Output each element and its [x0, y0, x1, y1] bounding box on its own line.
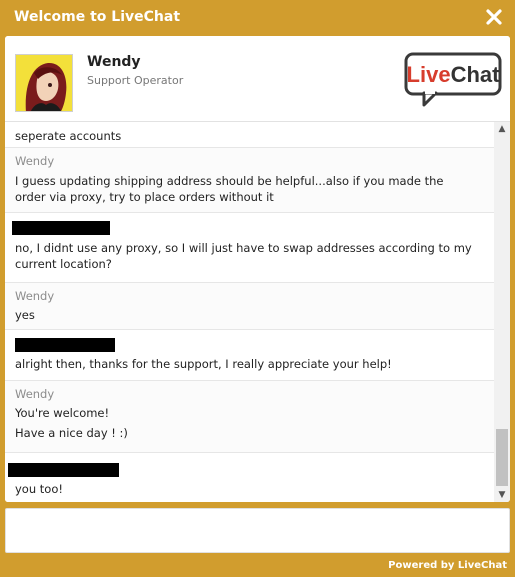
message-text: Have a nice day ! :): [15, 426, 128, 440]
agent-role: Support Operator: [87, 74, 184, 87]
message-list[interactable]: seperate accounts Wendy I guess updating…: [5, 122, 494, 502]
logo-live-text: Live: [407, 62, 451, 87]
scroll-up-icon[interactable]: ▲: [494, 122, 510, 136]
message-input[interactable]: [6, 509, 509, 552]
message-item: no, I didnt use any proxy, so I will jus…: [5, 213, 494, 283]
message-text: alright then, thanks for the support, I …: [15, 357, 392, 371]
message-text: I guess updating shipping address should…: [15, 174, 444, 188]
message-input-box[interactable]: [5, 508, 510, 553]
logo-chat-text: Chat: [451, 62, 501, 87]
window-title: Welcome to LiveChat: [14, 9, 181, 25]
agent-name: Wendy: [87, 54, 141, 70]
agent-avatar: [15, 54, 73, 112]
scroll-thumb[interactable]: [496, 429, 508, 486]
message-item: Wendy yes: [5, 283, 494, 330]
message-text: yes: [15, 308, 35, 322]
svg-text:LiveChat: LiveChat: [407, 62, 501, 87]
powered-by-link[interactable]: Powered by LiveChat: [388, 560, 507, 571]
title-bar: Welcome to LiveChat: [0, 0, 515, 36]
message-item: Wendy You're welcome! Have a nice day ! …: [5, 381, 494, 453]
message-item: seperate accounts: [5, 122, 494, 148]
redacted-author: [12, 221, 110, 235]
message-text: no, I didnt use any proxy, so I will jus…: [15, 241, 472, 255]
message-author: Wendy: [15, 289, 55, 303]
message-text: seperate accounts: [15, 129, 122, 143]
message-item: alright then, thanks for the support, I …: [5, 330, 494, 381]
redacted-author: [15, 338, 115, 352]
message-text: order via proxy, try to place orders wit…: [15, 190, 274, 204]
message-scrollbar[interactable]: ▲ ▼: [494, 122, 510, 502]
message-item: Wendy I guess updating shipping address …: [5, 148, 494, 213]
message-text: you too!: [15, 482, 63, 496]
agent-header: Wendy Support Operator LiveChat: [5, 36, 510, 122]
livechat-logo: LiveChat: [404, 52, 502, 108]
message-author: Wendy: [15, 154, 55, 168]
message-text: current location?: [15, 257, 112, 271]
close-icon[interactable]: [481, 4, 507, 30]
message-item: you too!: [5, 453, 494, 502]
message-author: Wendy: [15, 387, 55, 401]
redacted-author: [8, 463, 119, 477]
scroll-down-icon[interactable]: ▼: [494, 488, 510, 502]
message-text: You're welcome!: [15, 406, 110, 420]
chat-panel: Wendy Support Operator LiveChat seperate…: [5, 36, 510, 502]
